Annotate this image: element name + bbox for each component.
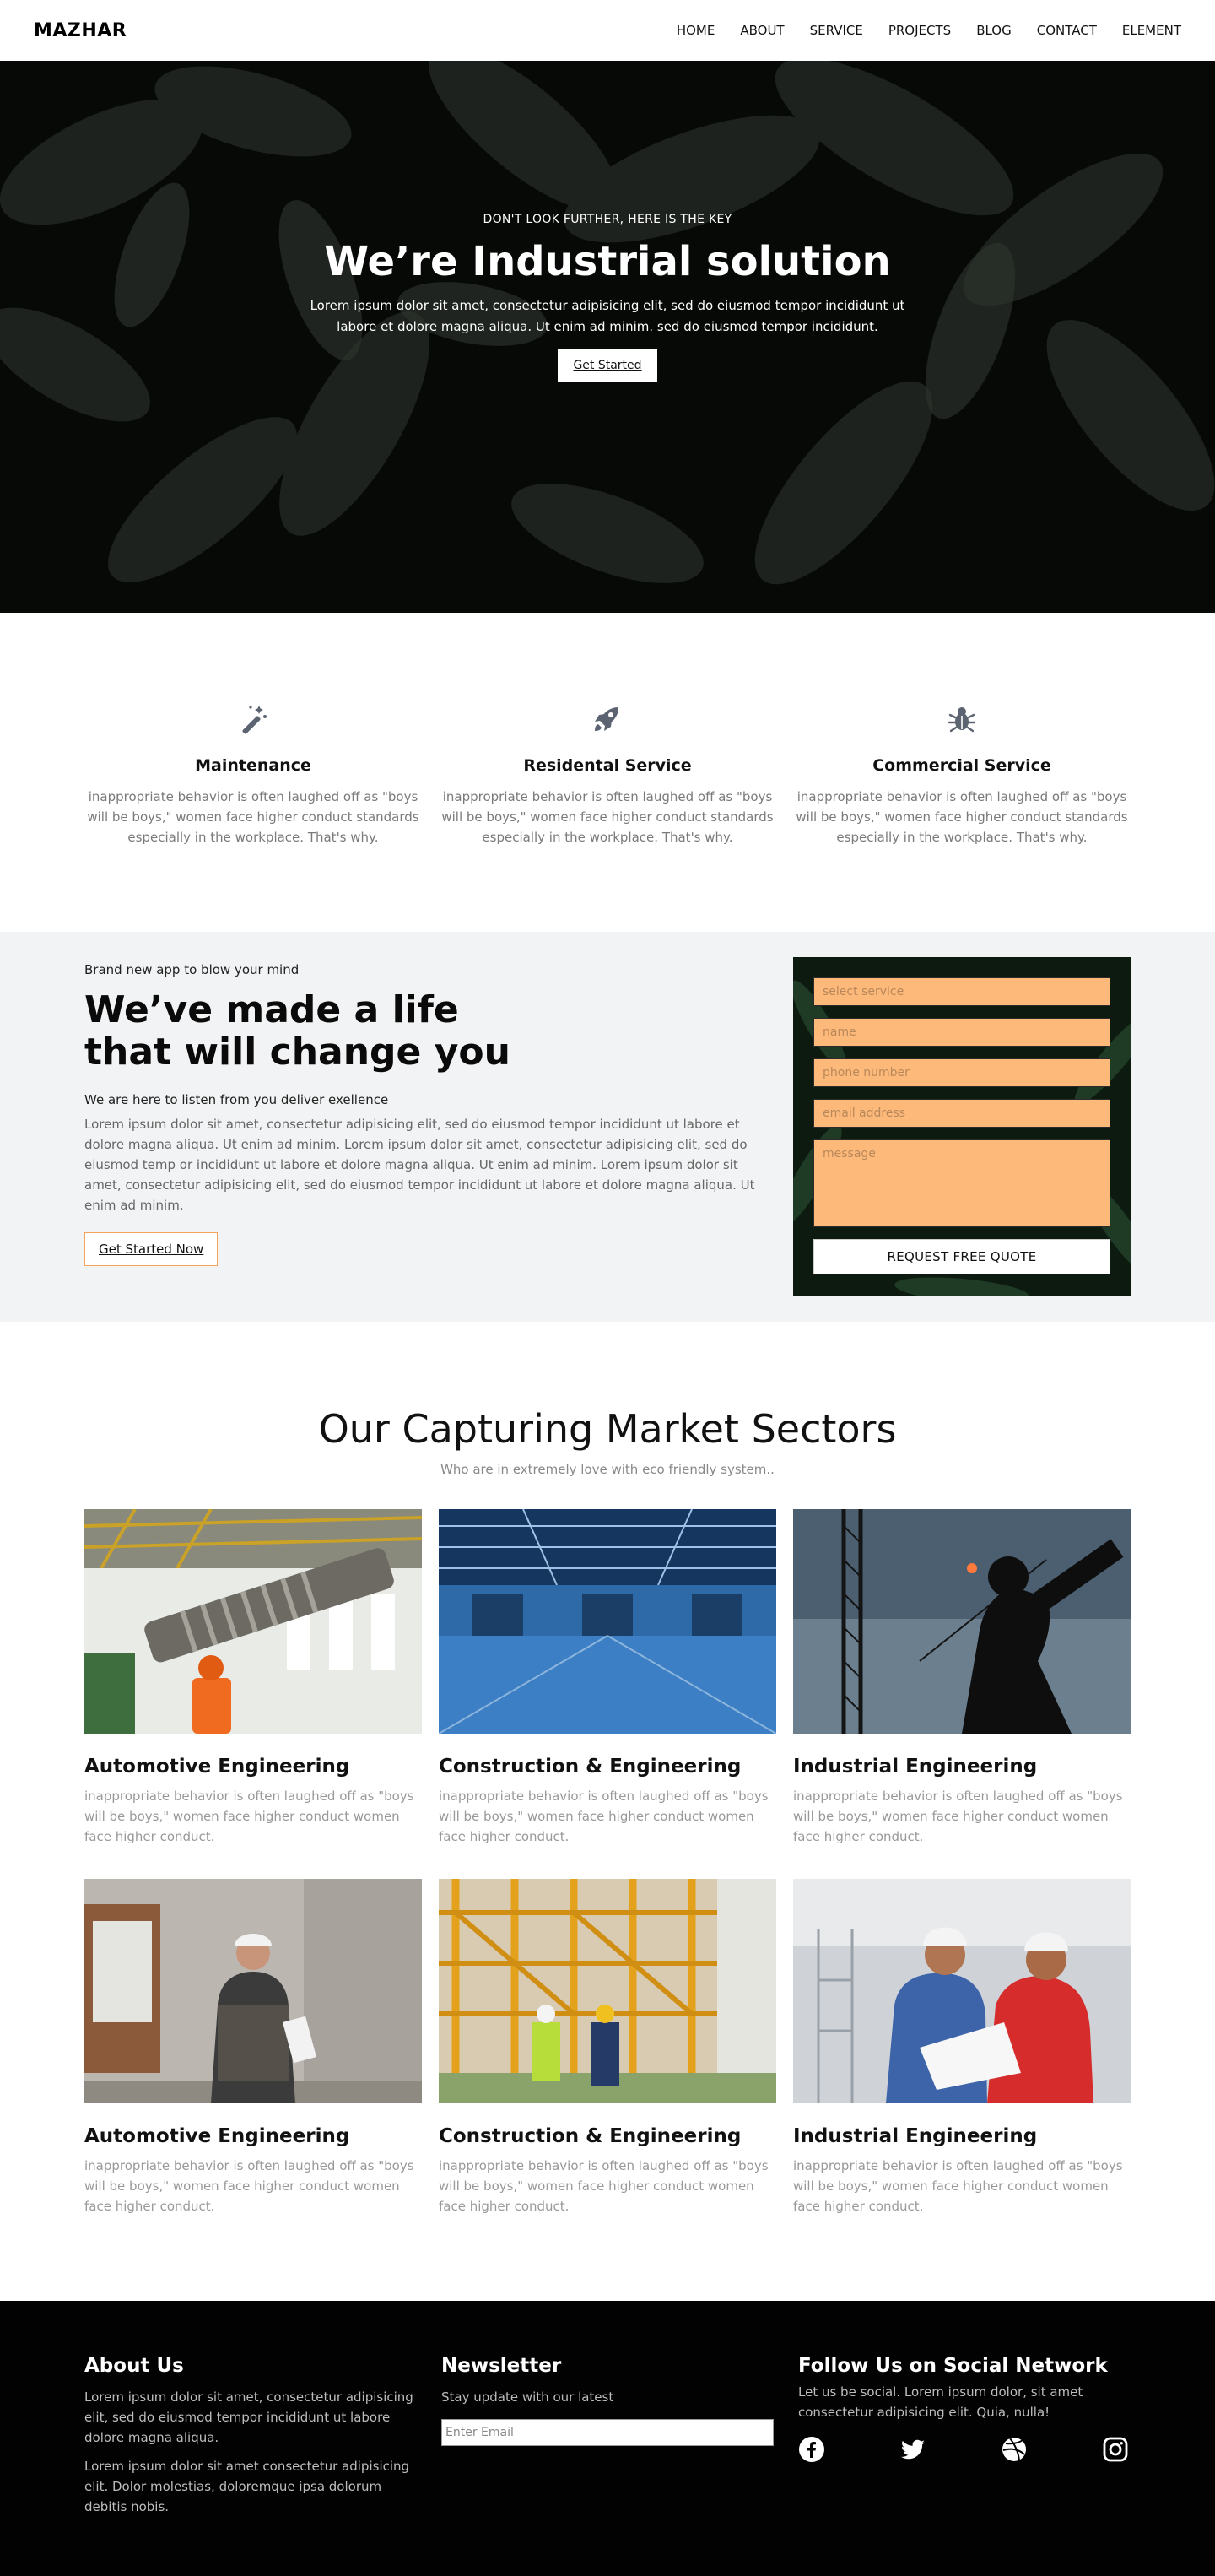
hero-text: Lorem ipsum dolor sit amet, consectetur … bbox=[310, 298, 905, 334]
footer-about-title: About Us bbox=[84, 2355, 184, 2377]
sectors-section: Our Capturing Market Sectors Who are in … bbox=[0, 1322, 1215, 2301]
hero-eyebrow: DON'T LOOK FURTHER, HERE IS THE KEY bbox=[483, 213, 732, 226]
facebook-icon[interactable] bbox=[798, 2436, 825, 2466]
social-text: Let us be social. Lorem ipsum dolor, sit… bbox=[798, 2384, 1083, 2420]
footer-about-text-1: Lorem ipsum dolor sit amet, consectetur … bbox=[84, 2389, 413, 2445]
nav-link-home[interactable]: HOME bbox=[677, 23, 716, 38]
get-started-now-button[interactable]: Get Started Now bbox=[84, 1232, 219, 1266]
sector-text: inappropriate behavior is often laughed … bbox=[439, 2158, 769, 2214]
footer-newsletter: Newsletter Stay update with our latest E… bbox=[441, 2355, 774, 2446]
social-links bbox=[798, 2436, 1129, 2466]
footer: About Us Lorem ipsum dolor sit amet, con… bbox=[0, 2301, 1215, 2576]
nav-link-blog[interactable]: BLOG bbox=[976, 23, 1012, 38]
feature-text: inappropriate behavior is often laughed … bbox=[441, 789, 774, 845]
sector-card[interactable]: Construction & Engineering inappropriate… bbox=[439, 1879, 776, 2216]
about-content: Brand new app to blow your mind We’ve ma… bbox=[84, 962, 776, 1266]
nav-link-contact[interactable]: CONTACT bbox=[1037, 23, 1097, 38]
feature-text: inappropriate behavior is often laughed … bbox=[87, 789, 419, 845]
sector-title: Industrial Engineering bbox=[793, 2125, 1038, 2147]
sector-title: Automotive Engineering bbox=[84, 2125, 350, 2147]
request-quote-button[interactable]: REQUEST FREE QUOTE bbox=[813, 1239, 1110, 1274]
sector-title: Construction & Engineering bbox=[439, 2125, 742, 2147]
sector-title: Construction & Engineering bbox=[439, 1756, 742, 1778]
about-subtitle: We are here to listen from you deliver e… bbox=[84, 1092, 389, 1107]
top-navbar: MAZHAR HOME ABOUT SERVICE PROJECTS BLOG … bbox=[0, 0, 1215, 61]
feature-title: Residental Service bbox=[523, 756, 692, 775]
email-field[interactable]: email address bbox=[813, 1099, 1110, 1128]
about-title: We’ve made a life that will change you bbox=[84, 988, 510, 1074]
sector-text: inappropriate behavior is often laughed … bbox=[793, 2158, 1123, 2214]
sector-text: inappropriate behavior is often laughed … bbox=[439, 1789, 769, 1844]
hero-banner: DON'T LOOK FURTHER, HERE IS THE KEY We’r… bbox=[0, 61, 1215, 613]
logo[interactable]: MAZHAR bbox=[34, 20, 127, 41]
bug-icon bbox=[792, 702, 1131, 736]
sectors-title: Our Capturing Market Sectors bbox=[318, 1406, 897, 1452]
get-started-button[interactable]: Get Started bbox=[558, 349, 657, 382]
service-select[interactable]: select service bbox=[813, 977, 1110, 1006]
phone-field[interactable]: phone number bbox=[813, 1058, 1110, 1087]
sector-card[interactable]: Construction & Engineering inappropriate… bbox=[439, 1509, 776, 1847]
sector-text: inappropriate behavior is often laughed … bbox=[793, 1789, 1123, 1844]
sector-image-factory bbox=[84, 1509, 422, 1734]
instagram-icon[interactable] bbox=[1102, 2436, 1129, 2466]
footer-social: Follow Us on Social Network Let us be so… bbox=[798, 2355, 1131, 2466]
sector-image-engineers bbox=[793, 1879, 1131, 2103]
feature-card: Commercial Service inappropriate behavio… bbox=[792, 702, 1131, 847]
quote-form: select service name phone number email a… bbox=[813, 977, 1110, 1274]
newsletter-email-input[interactable]: Enter Email bbox=[441, 2419, 774, 2446]
hero-content: DON'T LOOK FURTHER, HERE IS THE KEY We’r… bbox=[0, 213, 1215, 382]
features-section: Maintenance inappropriate behavior is of… bbox=[0, 613, 1215, 932]
nav-link-about[interactable]: ABOUT bbox=[740, 23, 784, 38]
footer-about-text-2: Lorem ipsum dolor sit amet consectetur a… bbox=[84, 2459, 410, 2514]
sector-image-crane-worker bbox=[793, 1509, 1131, 1734]
footer-about: About Us Lorem ipsum dolor sit amet, con… bbox=[84, 2355, 417, 2517]
sector-card[interactable]: Automotive Engineering inappropriate beh… bbox=[84, 1509, 422, 1847]
main-menu: HOME ABOUT SERVICE PROJECTS BLOG CONTACT… bbox=[677, 23, 1181, 38]
feature-text: inappropriate behavior is often laughed … bbox=[796, 789, 1128, 845]
dribbble-icon[interactable] bbox=[1001, 2436, 1028, 2466]
sector-image-warehouse bbox=[439, 1509, 776, 1734]
twitter-icon[interactable] bbox=[899, 2436, 926, 2466]
magic-wand-icon bbox=[84, 702, 423, 736]
about-section: Brand new app to blow your mind We’ve ma… bbox=[0, 932, 1215, 1322]
sector-title: Automotive Engineering bbox=[84, 1756, 350, 1778]
feature-card: Residental Service inappropriate behavio… bbox=[438, 702, 777, 847]
hero-title: We’re Industrial solution bbox=[324, 238, 891, 285]
sector-image-inspector bbox=[84, 1879, 422, 2103]
sector-card[interactable]: Industrial Engineering inappropriate beh… bbox=[793, 1509, 1131, 1847]
sector-card[interactable]: Industrial Engineering inappropriate beh… bbox=[793, 1879, 1131, 2216]
social-title: Follow Us on Social Network bbox=[798, 2355, 1108, 2377]
rocket-icon bbox=[438, 702, 777, 736]
about-eyebrow: Brand new app to blow your mind bbox=[84, 962, 300, 977]
sector-image-scaffolding bbox=[439, 1879, 776, 2103]
message-field[interactable]: message bbox=[813, 1139, 1110, 1227]
newsletter-title: Newsletter bbox=[441, 2355, 562, 2377]
name-field[interactable]: name bbox=[813, 1018, 1110, 1047]
nav-link-element[interactable]: ELEMENT bbox=[1122, 23, 1181, 38]
quote-form-panel: select service name phone number email a… bbox=[793, 957, 1131, 1296]
sector-text: inappropriate behavior is often laughed … bbox=[84, 2158, 414, 2214]
nav-link-service[interactable]: SERVICE bbox=[810, 23, 863, 38]
newsletter-text: Stay update with our latest bbox=[441, 2389, 614, 2405]
sector-text: inappropriate behavior is often laughed … bbox=[84, 1789, 414, 1844]
sectors-subtitle: Who are in extremely love with eco frien… bbox=[440, 1462, 775, 1477]
nav-link-projects[interactable]: PROJECTS bbox=[888, 23, 951, 38]
about-text: Lorem ipsum dolor sit amet, consectetur … bbox=[84, 1117, 755, 1213]
sector-card[interactable]: Automotive Engineering inappropriate beh… bbox=[84, 1879, 422, 2216]
feature-card: Maintenance inappropriate behavior is of… bbox=[84, 702, 423, 847]
feature-title: Commercial Service bbox=[872, 756, 1051, 775]
sector-title: Industrial Engineering bbox=[793, 1756, 1038, 1778]
sectors-grid: Automotive Engineering inappropriate beh… bbox=[84, 1509, 1131, 2216]
feature-title: Maintenance bbox=[195, 756, 311, 775]
